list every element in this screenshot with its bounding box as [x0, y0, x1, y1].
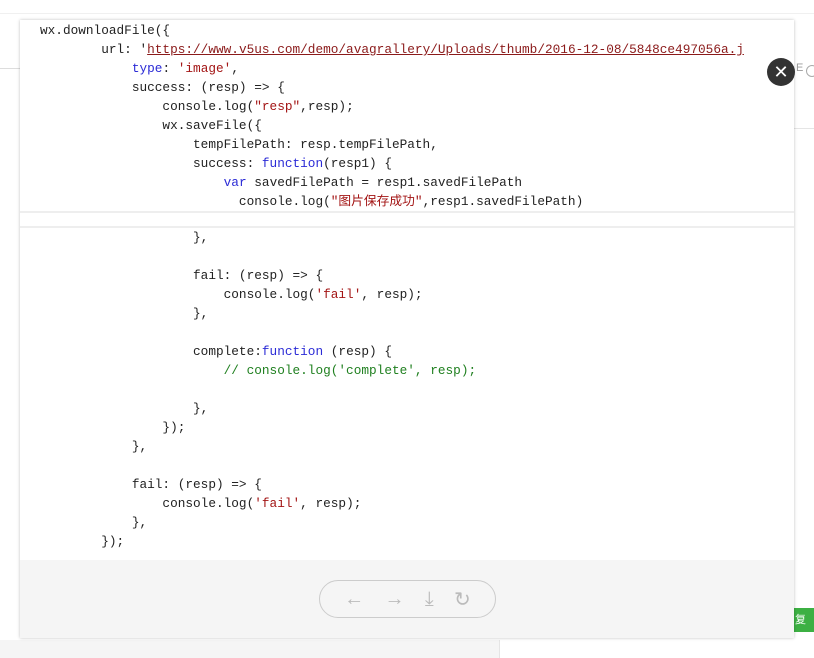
code-line: },	[20, 437, 794, 456]
code-line: var savedFilePath = resp1.savedFilePath	[20, 173, 794, 192]
code-line: type: 'image',	[20, 59, 794, 78]
code-line: },	[20, 228, 794, 247]
code-line: wx.saveFile({	[20, 116, 794, 135]
code-token: savedFilePath = resp1.savedFilePath	[246, 175, 523, 190]
code-token: console.log(	[40, 194, 331, 209]
background-green-button[interactable]: 复	[794, 608, 814, 632]
code-block-bottom: }, fail: (resp) => { console.log('fail',…	[20, 228, 794, 551]
code-token: , resp);	[361, 287, 423, 302]
divider	[0, 68, 20, 69]
code-token: },	[40, 401, 209, 416]
preview-toolbar: ← → ⤓ ↻	[319, 580, 496, 618]
code-token: fail: (resp) => {	[40, 477, 262, 492]
code-token: // console.log('complete', resp);	[223, 363, 477, 378]
code-line: // console.log('complete', resp);	[20, 361, 794, 380]
code-token: tempFilePath: resp.tempFilePath,	[40, 137, 438, 152]
arrow-left-icon[interactable]: ←	[344, 588, 364, 611]
code-line: success: function(resp1) {	[20, 154, 794, 173]
code-line: fail: (resp) => {	[20, 475, 794, 494]
code-token: fail: (resp) => {	[40, 268, 324, 283]
code-token: ,resp);	[300, 99, 354, 114]
code-line: },	[20, 304, 794, 323]
code-token: "图片保存成功"	[330, 194, 423, 209]
code-token: },	[40, 439, 148, 454]
code-line: });	[20, 532, 794, 551]
code-token: console.log(	[40, 99, 255, 114]
code-token: (resp1) {	[323, 156, 392, 171]
code-token: });	[40, 420, 186, 435]
code-line: success: (resp) => {	[20, 78, 794, 97]
code-line: },	[20, 513, 794, 532]
code-token: });	[40, 534, 125, 549]
help-icon[interactable]	[806, 65, 814, 77]
code-token: wx.saveFile({	[40, 118, 262, 133]
highlighted-empty-line	[20, 211, 794, 228]
code-token: :	[162, 61, 178, 76]
code-token: function	[261, 156, 324, 171]
code-line: console.log("图片保存成功",resp1.savedFilePath…	[20, 192, 794, 211]
code-token: (resp) {	[323, 344, 392, 359]
code-line: console.log('fail', resp);	[20, 494, 794, 513]
code-token: type	[131, 61, 163, 76]
code-line: tempFilePath: resp.tempFilePath,	[20, 135, 794, 154]
code-line: console.log('fail', resp);	[20, 285, 794, 304]
code-line: console.log("resp",resp);	[20, 97, 794, 116]
divider	[794, 128, 814, 129]
preview-toolbar-area: ← → ⤓ ↻	[20, 560, 794, 638]
code-token: console.log(	[40, 496, 255, 511]
background-label: E	[796, 62, 804, 74]
rotate-icon[interactable]: ↻	[454, 587, 471, 612]
code-token: url: '	[40, 42, 148, 57]
code-token: },	[40, 515, 148, 530]
code-token: , resp);	[300, 496, 362, 511]
code-token: 'fail'	[315, 287, 362, 302]
code-line: });	[20, 418, 794, 437]
code-token: complete:	[40, 344, 262, 359]
code-block-top: wx.downloadFile({ url: 'https://www.v5us…	[20, 21, 794, 211]
code-screenshot: wx.downloadFile({ url: 'https://www.v5us…	[20, 20, 794, 560]
code-token: ,	[231, 61, 239, 76]
code-url: https://www.v5us.com/demo/avagrallery/Up…	[147, 42, 744, 57]
code-token: },	[40, 230, 209, 245]
code-token: console.log(	[40, 287, 316, 302]
code-token: success:	[40, 156, 262, 171]
download-icon[interactable]: ⤓	[425, 588, 434, 611]
close-button[interactable]: ✕	[767, 58, 795, 86]
code-line: url: 'https://www.v5us.com/demo/avagrall…	[20, 40, 794, 59]
code-line: },	[20, 399, 794, 418]
code-line: complete:function (resp) {	[20, 342, 794, 361]
code-line: fail: (resp) => {	[20, 266, 794, 285]
code-line: wx.downloadFile({	[20, 21, 794, 40]
code-token: "resp"	[254, 99, 301, 114]
code-token: 'fail'	[254, 496, 301, 511]
code-token: },	[40, 306, 209, 321]
image-preview-modal: wx.downloadFile({ url: 'https://www.v5us…	[20, 20, 795, 638]
code-token: function	[261, 344, 324, 359]
arrow-right-icon[interactable]: →	[385, 588, 405, 611]
code-token: var	[223, 175, 247, 190]
background-panel	[0, 640, 500, 658]
code-token: 'image'	[177, 61, 232, 76]
code-token: ,resp1.savedFilePath)	[422, 194, 584, 209]
code-token: success: (resp) => {	[40, 80, 285, 95]
code-token: wx.downloadFile({	[40, 23, 171, 38]
background-header	[0, 0, 814, 14]
